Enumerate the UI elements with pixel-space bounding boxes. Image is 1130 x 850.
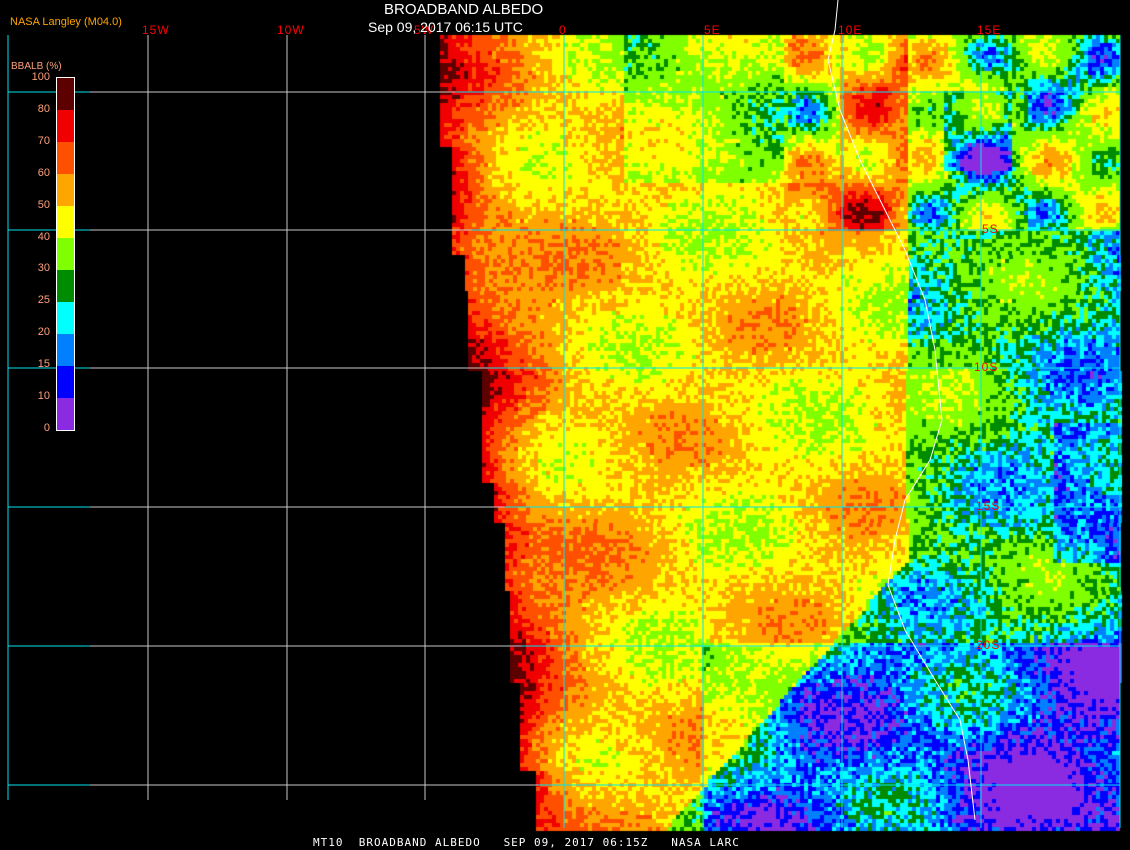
legend-color-segment: [57, 302, 74, 334]
legend-tick-label: 100: [31, 71, 50, 83]
legend-tick-label: 10: [37, 390, 50, 402]
legend-tick-label: 25: [37, 294, 50, 307]
legend-tick-label: 80: [37, 102, 50, 115]
legend-tick-label: 30: [37, 262, 50, 275]
legend-color-segment: [57, 110, 74, 142]
lon-label: 5E: [704, 23, 721, 37]
footer-caption: MT10 BROADBAND ALBEDO SEP 09, 2017 06:15…: [313, 836, 740, 849]
legend-color-segment: [57, 238, 74, 270]
lon-label: 10E: [838, 23, 863, 37]
legend-color-segment: [57, 366, 74, 398]
lat-label: 15S: [976, 499, 1001, 513]
legend-tick-label: 15: [37, 358, 50, 371]
lon-label: 0: [559, 23, 567, 37]
legend-color-segment: [57, 398, 74, 430]
map-title: BROADBAND ALBEDO: [384, 1, 544, 18]
lon-label: 10W: [277, 23, 305, 37]
legend-tick-label: 0: [43, 421, 50, 434]
legend-color-segment: [57, 270, 74, 302]
lon-label: 15W: [142, 23, 170, 37]
legend-color-bar: [56, 77, 75, 431]
lon-label: 15E: [977, 23, 1002, 37]
legend-color-segment: [57, 78, 74, 110]
legend-tick-label: 50: [37, 198, 50, 211]
map-grid-overlay: [7, 0, 1121, 828]
satellite-map-viewer: NASA Langley (M04.0) BROADBAND ALBEDO Se…: [0, 0, 1130, 850]
map-datetime: Sep 09, 2017 06:15 UTC: [368, 19, 523, 35]
legend-color-segment: [57, 174, 74, 206]
legend-color-segment: [57, 142, 74, 174]
lat-label: 10S: [974, 360, 999, 374]
legend-tick-label: 60: [37, 166, 50, 179]
coastline: [827, 0, 976, 821]
legend-color-segment: [57, 334, 74, 366]
lat-label: 20S: [976, 638, 1001, 652]
credit-label: NASA Langley (M04.0): [10, 16, 122, 28]
legend-tick-label: 70: [37, 134, 50, 147]
legend-color-segment: [57, 206, 74, 238]
legend-tick-label: 40: [37, 230, 50, 243]
legend-tick-label: 20: [37, 326, 50, 339]
lat-label: 5S: [982, 222, 999, 236]
